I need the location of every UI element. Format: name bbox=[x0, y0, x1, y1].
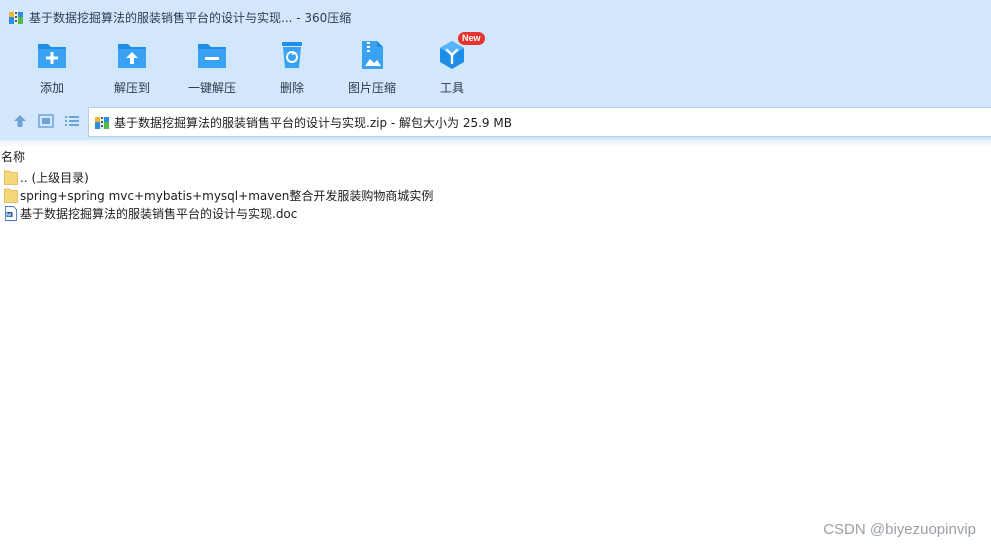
image-compress-icon bbox=[362, 41, 383, 69]
window-title: 基于数据挖掘算法的服装销售平台的设计与实现... - 360压缩 bbox=[29, 10, 352, 25]
app-window: 基于数据挖掘算法的服装销售平台的设计与实现... - 360压缩 添加 解压到 bbox=[0, 0, 991, 550]
folder-icon bbox=[4, 188, 18, 203]
file-name: spring+spring mvc+mybatis+mysql+maven整合开… bbox=[20, 188, 434, 203]
add-button[interactable]: 添加 bbox=[12, 38, 92, 98]
archive-file-icon bbox=[95, 115, 109, 129]
thumbnail-view-icon[interactable] bbox=[37, 112, 55, 130]
add-icon bbox=[38, 44, 66, 68]
list-item-folder[interactable]: spring+spring mvc+mybatis+mysql+maven整合开… bbox=[0, 186, 991, 204]
delete-button[interactable]: 删除 bbox=[252, 38, 332, 98]
delete-label: 删除 bbox=[279, 81, 304, 95]
file-list: .. (上级目录) spring+spring mvc+mybatis+mysq… bbox=[0, 168, 991, 222]
address-text: 基于数据挖掘算法的服装销售平台的设计与实现.zip - 解包大小为 25.9 M… bbox=[114, 115, 512, 130]
list-view-icon[interactable] bbox=[63, 112, 81, 130]
extract-to-button[interactable]: 解压到 bbox=[92, 38, 172, 98]
add-label: 添加 bbox=[39, 81, 64, 95]
watermark: CSDN @biyezuopinvip bbox=[823, 521, 976, 538]
list-item-doc[interactable]: 基于数据挖掘算法的服装销售平台的设计与实现.doc bbox=[0, 204, 991, 222]
one-click-extract-icon bbox=[198, 44, 226, 68]
navigation-bar: 基于数据挖掘算法的服装销售平台的设计与实现.zip - 解包大小为 25.9 M… bbox=[0, 104, 991, 140]
image-compress-button[interactable]: 图片压缩 bbox=[332, 38, 412, 98]
list-header: 名称 bbox=[0, 147, 991, 165]
image-compress-label: 图片压缩 bbox=[347, 81, 396, 95]
extract-to-icon bbox=[118, 44, 146, 68]
toolbar: 添加 解压到 一键解压 删除 图片压缩 New 工具 bbox=[0, 32, 991, 104]
up-level-icon[interactable] bbox=[11, 112, 29, 130]
one-click-extract-button[interactable]: 一键解压 bbox=[172, 38, 252, 98]
address-bar[interactable]: 基于数据挖掘算法的服装销售平台的设计与实现.zip - 解包大小为 25.9 M… bbox=[88, 107, 991, 137]
file-name: 基于数据挖掘算法的服装销售平台的设计与实现.doc bbox=[20, 206, 298, 221]
title-bar: 基于数据挖掘算法的服装销售平台的设计与实现... - 360压缩 bbox=[0, 0, 991, 34]
file-name: .. (上级目录) bbox=[20, 170, 89, 185]
extract-to-label: 解压到 bbox=[113, 81, 150, 95]
list-item-parent-dir[interactable]: .. (上级目录) bbox=[0, 168, 991, 186]
delete-icon bbox=[282, 42, 302, 68]
folder-icon bbox=[4, 170, 18, 185]
new-badge: New bbox=[458, 32, 485, 45]
tools-button[interactable]: New 工具 bbox=[412, 32, 492, 98]
tools-icon-wrap: New bbox=[435, 32, 485, 72]
archive-app-icon bbox=[9, 10, 23, 24]
tools-label: 工具 bbox=[439, 81, 464, 95]
word-document-icon bbox=[5, 205, 17, 221]
one-click-extract-label: 一键解压 bbox=[187, 81, 236, 95]
column-header-name[interactable]: 名称 bbox=[1, 148, 25, 165]
